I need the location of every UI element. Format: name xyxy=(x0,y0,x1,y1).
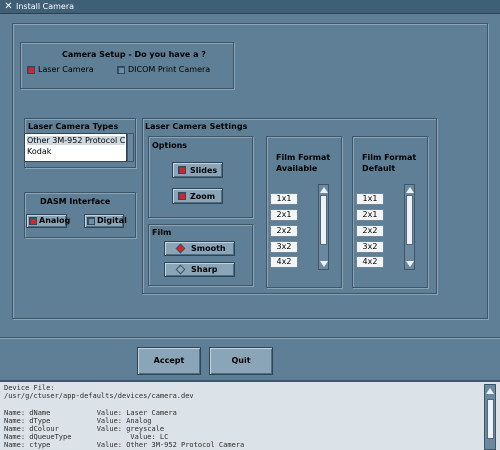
zoom-label[interactable]: Zoom xyxy=(190,192,215,201)
laser-type-item[interactable]: Kodak xyxy=(27,147,125,156)
scroll-up-arrow-icon[interactable] xyxy=(406,187,414,193)
console-line: Name: dQueueType Value: LC xyxy=(4,433,169,441)
format-default-scroll-thumb[interactable] xyxy=(406,195,413,245)
window-menu-icon[interactable]: ✕ xyxy=(3,1,14,12)
film-heading: Film xyxy=(152,228,172,237)
scroll-up-arrow-icon[interactable] xyxy=(320,187,328,193)
format-default-item[interactable]: 2x1 xyxy=(356,209,384,221)
laser-camera-checkbox[interactable] xyxy=(27,66,35,74)
format-available-item[interactable]: 3x2 xyxy=(270,241,298,253)
digital-label[interactable]: Digital xyxy=(97,216,127,225)
console-line: Device File: xyxy=(4,384,55,392)
digital-checkbox[interactable] xyxy=(87,217,95,225)
accept-button[interactable]: Accept xyxy=(137,347,201,375)
laser-types-list[interactable]: Other 3M-952 Protocol Ca Kodak xyxy=(24,133,127,162)
console-line: Name: dType Value: Analog xyxy=(4,417,152,425)
format-available-heading-1: Film Format xyxy=(276,153,331,162)
dasm-heading: DASM Interface xyxy=(40,197,111,206)
console-line: Name: ctype Value: Other 3M-952 Protocol… xyxy=(4,441,245,449)
camera-setup-heading: Camera Setup - Do you have a ? xyxy=(62,50,206,59)
laser-camera-label[interactable]: Laser Camera xyxy=(38,65,94,74)
scroll-down-arrow-icon[interactable] xyxy=(406,261,414,267)
smooth-label[interactable]: Smooth xyxy=(191,244,226,253)
analog-checkbox[interactable] xyxy=(29,217,37,225)
format-default-item[interactable]: 2x2 xyxy=(356,225,384,237)
quit-button[interactable]: Quit xyxy=(209,347,273,375)
slides-label[interactable]: Slides xyxy=(190,166,217,175)
format-available-item[interactable]: 4x2 xyxy=(270,256,298,268)
device-info-console[interactable]: Device File: /usr/g/ctuser/app-defaults/… xyxy=(0,380,500,450)
console-scrollbar[interactable] xyxy=(484,384,496,450)
analog-label[interactable]: Analog xyxy=(39,216,70,225)
laser-type-item[interactable]: Other 3M-952 Protocol Ca xyxy=(27,136,125,145)
console-line: /usr/g/ctuser/app-defaults/devices/camer… xyxy=(4,392,194,400)
format-default-heading-1: Film Format xyxy=(362,153,417,162)
console-scroll-thumb[interactable] xyxy=(487,399,494,439)
zoom-checkbox[interactable] xyxy=(178,192,186,200)
format-default-item[interactable]: 4x2 xyxy=(356,256,384,268)
settings-heading: Laser Camera Settings xyxy=(145,122,248,131)
console-line: Name: dColour Value: greyscale xyxy=(4,425,165,433)
laser-types-scrollbar[interactable] xyxy=(127,133,134,162)
window-title: Install Camera xyxy=(16,2,75,11)
format-default-heading-2: Default xyxy=(362,164,396,173)
console-line: Name: dName Value: Laser Camera xyxy=(4,409,177,417)
scroll-up-arrow-icon[interactable] xyxy=(486,388,494,394)
format-default-item[interactable]: 3x2 xyxy=(356,241,384,253)
divider xyxy=(0,337,500,338)
format-available-item[interactable]: 2x2 xyxy=(270,225,298,237)
slides-checkbox[interactable] xyxy=(178,166,186,174)
options-heading: Options xyxy=(152,141,188,150)
dicom-camera-checkbox[interactable] xyxy=(117,66,125,74)
format-default-scrollbar[interactable] xyxy=(404,184,415,270)
format-available-scrollbar[interactable] xyxy=(318,184,329,270)
title-bar: ✕ Install Camera xyxy=(0,0,500,14)
scroll-down-arrow-icon[interactable] xyxy=(320,261,328,267)
format-available-scroll-thumb[interactable] xyxy=(320,195,327,245)
dicom-camera-label[interactable]: DICOM Print Camera xyxy=(128,65,210,74)
format-default-item[interactable]: 1x1 xyxy=(356,193,384,205)
format-available-item[interactable]: 2x1 xyxy=(270,209,298,221)
format-available-heading-2: Available xyxy=(276,164,318,173)
sharp-label[interactable]: Sharp xyxy=(191,265,218,274)
format-available-item[interactable]: 1x1 xyxy=(270,193,298,205)
